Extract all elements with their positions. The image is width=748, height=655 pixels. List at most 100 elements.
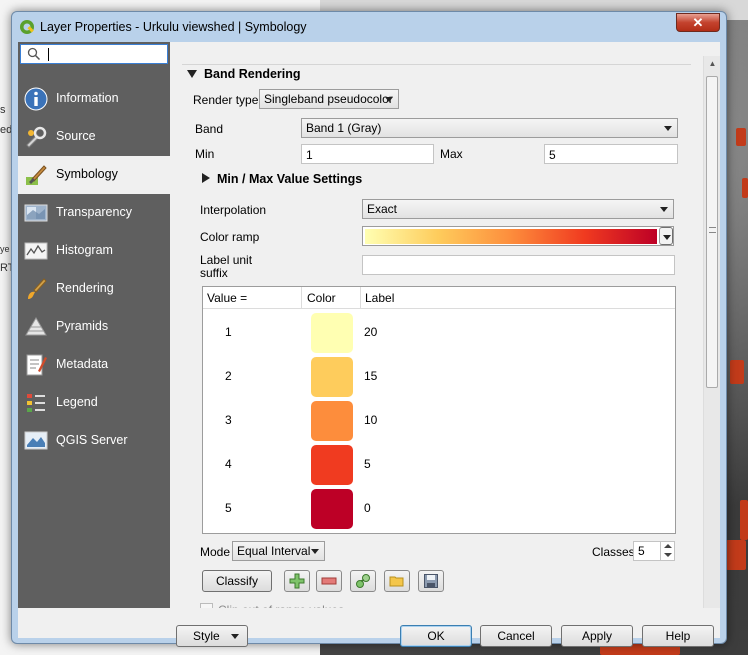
vertical-scrollbar[interactable]: ▲ ▼ xyxy=(703,56,720,619)
chevron-down-icon xyxy=(385,97,393,102)
band-value: Band 1 (Gray) xyxy=(306,121,382,135)
column-header-color[interactable]: Color xyxy=(307,291,336,305)
grip-icon xyxy=(709,227,716,233)
apply-button[interactable]: Apply xyxy=(561,625,633,647)
chevron-down-icon xyxy=(663,235,671,240)
sidebar-item-label: Transparency xyxy=(56,205,132,219)
symbology-brush-icon xyxy=(26,165,47,185)
sidebar-item-legend[interactable]: Legend xyxy=(18,384,170,422)
sidebar-item-label: Pyramids xyxy=(56,319,109,333)
sidebar-item-label: Symbology xyxy=(56,167,118,181)
interpolation-select[interactable]: Exact xyxy=(362,199,674,219)
style-menu-button[interactable]: Style xyxy=(176,625,248,647)
sidebar-item-symbology[interactable]: Symbology xyxy=(18,156,170,194)
sidebar: Information Source Symbology Transparenc… xyxy=(18,42,170,608)
row-label: 0 xyxy=(364,501,371,515)
sidebar-item-transparency[interactable]: Transparency xyxy=(18,194,170,232)
ok-button[interactable]: OK xyxy=(400,625,472,647)
color-swatch[interactable] xyxy=(311,313,353,353)
sidebar-item-information[interactable]: Information xyxy=(18,80,170,118)
row-value: 2 xyxy=(225,369,232,383)
max-input[interactable]: 5 xyxy=(544,144,678,164)
label-unit-suffix-input[interactable] xyxy=(362,255,675,275)
title-bar[interactable]: Layer Properties - Urkulu viewshed | Sym… xyxy=(12,12,726,42)
expand-triangle-icon[interactable] xyxy=(202,173,210,183)
help-button[interactable]: Help xyxy=(642,625,714,647)
text-cursor xyxy=(48,48,49,61)
chevron-down-icon xyxy=(311,549,319,554)
sidebar-item-histogram[interactable]: Histogram xyxy=(18,232,170,270)
color-ramp-dropdown-button[interactable] xyxy=(659,227,673,245)
load-colors-button[interactable] xyxy=(350,570,376,592)
interpolation-value: Exact xyxy=(367,202,398,216)
spin-up-icon[interactable] xyxy=(664,544,672,548)
render-type-label: Render type xyxy=(193,93,259,107)
table-header: Value = Color Label xyxy=(203,287,675,309)
symbology-panel: ▲ ▼ Band Rendering Render type Singleban… xyxy=(170,42,720,619)
sidebar-item-source[interactable]: Source xyxy=(18,118,170,156)
load-colors-icon xyxy=(356,574,370,588)
color-ramp-select[interactable] xyxy=(362,226,674,246)
min-input[interactable]: 1 xyxy=(301,144,434,164)
classes-value: 5 xyxy=(638,544,645,558)
histogram-icon xyxy=(24,242,48,260)
spin-arrows[interactable] xyxy=(660,542,674,560)
add-class-button[interactable] xyxy=(284,570,310,592)
save-icon xyxy=(424,574,438,588)
open-folder-icon xyxy=(389,576,404,587)
sidebar-item-rendering[interactable]: Rendering xyxy=(18,270,170,308)
table-row[interactable]: 1 20 xyxy=(203,310,675,354)
scrollbar-thumb[interactable] xyxy=(706,76,718,388)
table-row[interactable]: 5 0 xyxy=(203,486,675,530)
spin-down-icon[interactable] xyxy=(664,553,672,557)
band-select[interactable]: Band 1 (Gray) xyxy=(301,118,678,138)
classes-label: Classes xyxy=(592,545,635,559)
window-title: Layer Properties - Urkulu viewshed | Sym… xyxy=(40,20,307,34)
row-value: 1 xyxy=(225,325,232,339)
sidebar-item-qgis-server[interactable]: QGIS Server xyxy=(18,422,170,460)
scroll-up-arrow-icon[interactable]: ▲ xyxy=(704,56,721,72)
table-row[interactable]: 3 10 xyxy=(203,398,675,442)
row-label: 10 xyxy=(364,413,378,427)
row-label: 20 xyxy=(364,325,378,339)
cancel-button[interactable]: Cancel xyxy=(480,625,552,647)
search-icon xyxy=(27,47,41,61)
sidebar-item-metadata[interactable]: Metadata xyxy=(18,346,170,384)
collapse-triangle-icon[interactable] xyxy=(187,70,197,78)
sidebar-item-label: Histogram xyxy=(56,243,113,257)
max-label: Max xyxy=(440,147,463,161)
open-folder-button[interactable] xyxy=(384,570,410,592)
close-button[interactable]: ✕ xyxy=(676,13,720,32)
column-header-value[interactable]: Value = xyxy=(207,291,247,305)
mode-label: Mode xyxy=(200,545,231,559)
classes-spinbox[interactable]: 5 xyxy=(633,541,675,561)
label-unit-suffix-label-line2: suffix xyxy=(200,266,228,280)
column-divider xyxy=(301,287,302,309)
table-row[interactable]: 2 15 xyxy=(203,354,675,398)
search-input[interactable] xyxy=(20,44,168,64)
classify-button[interactable]: Classify xyxy=(202,570,272,592)
color-classes-table[interactable]: Value = Color Label 1 20 2 15 3 10 4 5 5… xyxy=(202,286,676,534)
band-label: Band xyxy=(195,122,224,136)
metadata-icon xyxy=(26,354,47,376)
color-swatch[interactable] xyxy=(311,401,353,441)
sidebar-item-label: Information xyxy=(56,91,119,105)
map-feature xyxy=(736,128,746,146)
column-header-label[interactable]: Label xyxy=(365,291,394,305)
table-row[interactable]: 4 5 xyxy=(203,442,675,486)
minmax-settings-header[interactable]: Min / Max Value Settings xyxy=(217,172,362,186)
save-button[interactable] xyxy=(418,570,444,592)
map-feature xyxy=(730,360,744,384)
layer-properties-dialog: Layer Properties - Urkulu viewshed | Sym… xyxy=(11,11,727,647)
qgis-logo-icon xyxy=(20,20,34,34)
sidebar-item-pyramids[interactable]: Pyramids xyxy=(18,308,170,346)
color-swatch[interactable] xyxy=(311,489,353,529)
render-type-select[interactable]: Singleband pseudocolor xyxy=(259,89,399,109)
band-rendering-header[interactable]: Band Rendering xyxy=(204,67,301,81)
color-swatch[interactable] xyxy=(311,357,353,397)
remove-class-button[interactable] xyxy=(316,570,342,592)
row-value: 4 xyxy=(225,457,232,471)
color-swatch[interactable] xyxy=(311,445,353,485)
max-value: 5 xyxy=(549,148,556,162)
mode-select[interactable]: Equal Interval xyxy=(232,541,325,561)
